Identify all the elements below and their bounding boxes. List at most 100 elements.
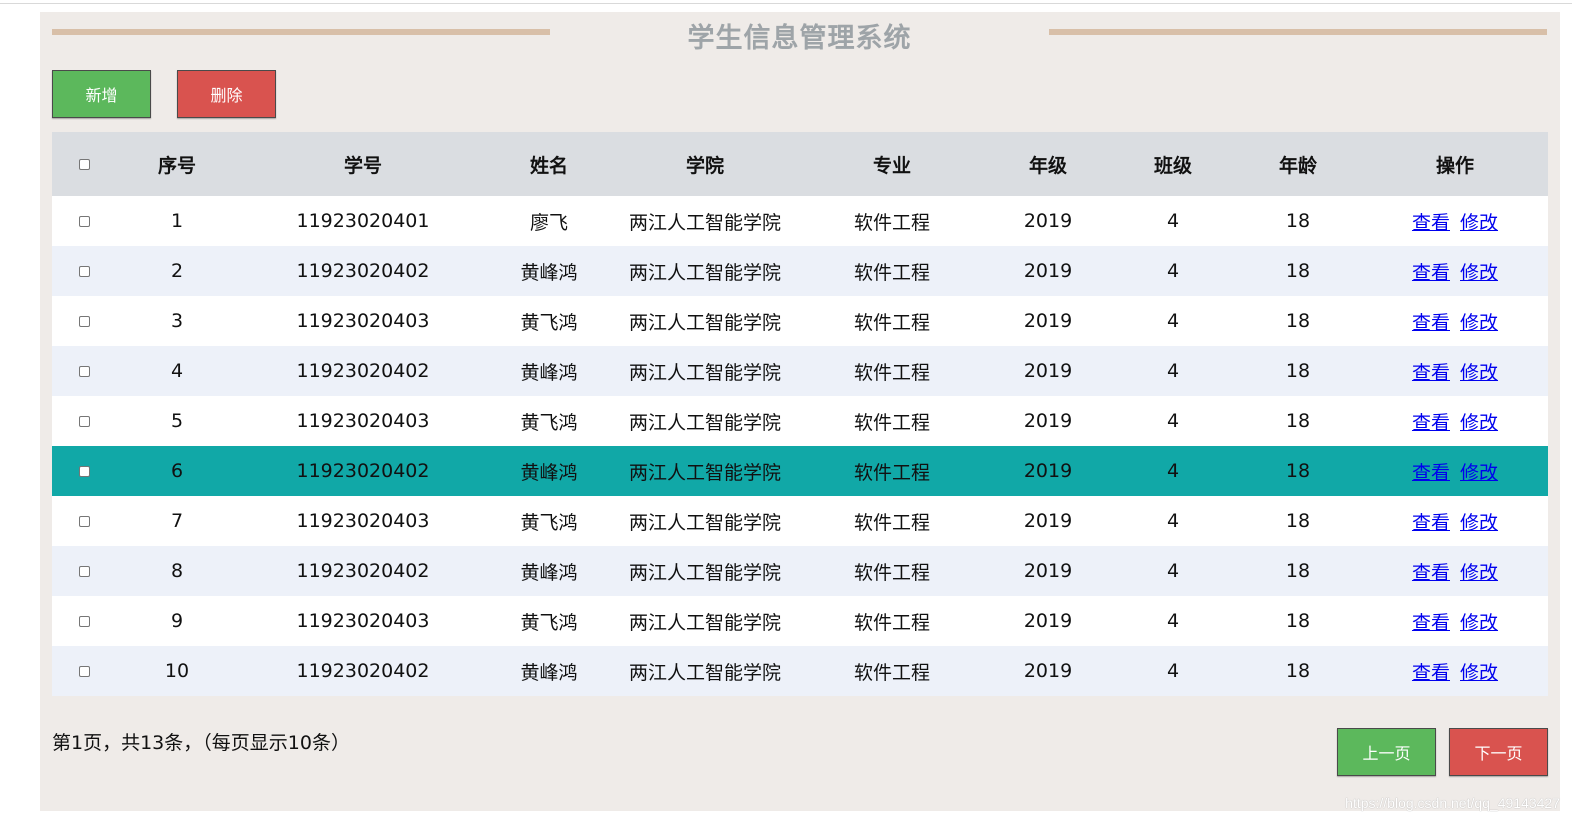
cell-college: 两江人工智能学院 — [628, 261, 781, 284]
table-row[interactable]: 4 11923020402 黄峰鸿 两江人工智能学院 软件工程 2019 4 18 查看 修改 — [52, 346, 1548, 396]
table-row[interactable]: 2 11923020402 黄峰鸿 两江人工智能学院 软件工程 2019 4 18 查看 修改 — [52, 246, 1548, 296]
table-row[interactable]: 9 11923020403 黄飞鸿 两江人工智能学院 软件工程 2019 4 18 查看 修改 — [52, 596, 1548, 646]
pagination-info: 第1页，共13条，（每页显示10条） — [52, 732, 350, 754]
cell-college: 两江人工智能学院 — [628, 361, 781, 384]
row-checkbox[interactable] — [78, 666, 90, 677]
row-select-cell[interactable] — [52, 346, 116, 396]
view-link[interactable]: 查看 — [1412, 512, 1450, 534]
row-checkbox[interactable] — [78, 316, 90, 327]
add-button[interactable]: 新增 — [52, 70, 151, 118]
table-row[interactable]: 1 11923020401 廖飞 两江人工智能学院 软件工程 2019 4 18 查看 修改 — [52, 196, 1548, 246]
edit-link[interactable]: 修改 — [1460, 462, 1498, 484]
row-checkbox[interactable] — [78, 466, 90, 477]
row-checkbox[interactable] — [78, 616, 90, 627]
edit-link[interactable]: 修改 — [1460, 562, 1498, 584]
view-link[interactable]: 查看 — [1412, 612, 1450, 634]
cell-id: 11923020401 — [296, 210, 430, 232]
delete-button[interactable]: 删除 — [177, 70, 276, 118]
row-select-cell[interactable] — [52, 446, 116, 496]
view-link[interactable]: 查看 — [1412, 212, 1450, 234]
edit-link[interactable]: 修改 — [1460, 512, 1498, 534]
view-link[interactable]: 查看 — [1412, 312, 1450, 334]
table-row[interactable]: 8 11923020402 黄峰鸿 两江人工智能学院 软件工程 2019 4 18 查看 修改 — [52, 546, 1548, 596]
cell-id: 11923020402 — [296, 360, 430, 382]
edit-link[interactable]: 修改 — [1460, 312, 1498, 334]
table-row[interactable]: 3 11923020403 黄飞鸿 两江人工智能学院 软件工程 2019 4 18 查看 修改 — [52, 296, 1548, 346]
cell-id: 11923020402 — [296, 460, 430, 482]
cell-actions: 查看 修改 — [1362, 446, 1548, 496]
table-row[interactable]: 10 11923020402 黄峰鸿 两江人工智能学院 软件工程 2019 4 18 查看 修改 — [52, 646, 1548, 696]
cell-seq: 10 — [164, 660, 190, 682]
cell-name: 黄飞鸿 — [520, 511, 578, 534]
view-link[interactable]: 查看 — [1412, 462, 1450, 484]
cell-seq: 5 — [170, 410, 184, 432]
select-all-cell[interactable] — [52, 132, 116, 196]
row-checkbox[interactable] — [78, 266, 90, 277]
cell-grade: 2019 — [1023, 210, 1073, 232]
view-link[interactable]: 查看 — [1412, 662, 1450, 684]
cell-major: 软件工程 — [853, 411, 930, 434]
edit-link[interactable]: 修改 — [1460, 412, 1498, 434]
edit-link[interactable]: 修改 — [1460, 362, 1498, 384]
cell-college: 两江人工智能学院 — [628, 561, 781, 584]
cell-class: 4 — [1166, 560, 1180, 582]
column-header: 学号 — [343, 154, 382, 177]
cell-grade: 2019 — [1023, 460, 1073, 482]
cell-class: 4 — [1166, 360, 1180, 382]
column-header: 姓名 — [529, 154, 568, 177]
row-checkbox[interactable] — [78, 516, 90, 527]
column-header: 年级 — [1028, 154, 1067, 177]
cell-age: 18 — [1285, 360, 1311, 382]
cell-name: 黄峰鸿 — [520, 361, 578, 384]
row-select-cell[interactable] — [52, 296, 116, 346]
cell-major: 软件工程 — [853, 461, 930, 484]
prev-page-button[interactable]: 上一页 — [1337, 728, 1436, 776]
cell-college: 两江人工智能学院 — [628, 311, 781, 334]
column-header: 序号 — [157, 154, 196, 177]
row-select-cell[interactable] — [52, 596, 116, 646]
edit-link[interactable]: 修改 — [1460, 262, 1498, 284]
row-select-cell[interactable] — [52, 496, 116, 546]
cell-grade: 2019 — [1023, 260, 1073, 282]
edit-link[interactable]: 修改 — [1460, 612, 1498, 634]
row-checkbox[interactable] — [78, 416, 90, 427]
edit-link[interactable]: 修改 — [1460, 212, 1498, 234]
cell-id: 11923020403 — [296, 310, 430, 332]
cell-actions: 查看 修改 — [1362, 546, 1548, 596]
row-select-cell[interactable] — [52, 196, 116, 246]
cell-college: 两江人工智能学院 — [628, 461, 781, 484]
row-select-cell[interactable] — [52, 246, 116, 296]
view-link[interactable]: 查看 — [1412, 262, 1450, 284]
cell-major: 软件工程 — [853, 211, 930, 234]
table-row[interactable]: 7 11923020403 黄飞鸿 两江人工智能学院 软件工程 2019 4 18 查看 修改 — [52, 496, 1548, 546]
cell-age: 18 — [1285, 510, 1311, 532]
cell-actions: 查看 修改 — [1362, 596, 1548, 646]
row-checkbox[interactable] — [78, 566, 90, 577]
cell-actions: 查看 修改 — [1362, 296, 1548, 346]
cell-age: 18 — [1285, 610, 1311, 632]
table-row[interactable]: 5 11923020403 黄飞鸿 两江人工智能学院 软件工程 2019 4 18 查看 修改 — [52, 396, 1548, 446]
row-select-cell[interactable] — [52, 546, 116, 596]
cell-class: 4 — [1166, 210, 1180, 232]
view-link[interactable]: 查看 — [1412, 562, 1450, 584]
table-header-row: 序号 学号 姓名 学院 专业 年级 班级 年龄 操作 — [52, 132, 1548, 196]
cell-grade: 2019 — [1023, 410, 1073, 432]
cell-name: 黄峰鸿 — [520, 261, 578, 284]
cell-id: 11923020403 — [296, 410, 430, 432]
row-checkbox[interactable] — [78, 216, 90, 227]
cell-grade: 2019 — [1023, 310, 1073, 332]
select-all-checkbox[interactable] — [78, 159, 90, 170]
cell-class: 4 — [1166, 310, 1180, 332]
next-page-button[interactable]: 下一页 — [1449, 728, 1548, 776]
row-select-cell[interactable] — [52, 646, 116, 696]
view-link[interactable]: 查看 — [1412, 362, 1450, 384]
table-row[interactable]: 6 11923020402 黄峰鸿 两江人工智能学院 软件工程 2019 4 18 查看 修改 — [52, 446, 1548, 496]
row-select-cell[interactable] — [52, 396, 116, 446]
edit-link[interactable]: 修改 — [1460, 662, 1498, 684]
view-link[interactable]: 查看 — [1412, 412, 1450, 434]
column-header: 操作 — [1435, 154, 1474, 177]
cell-grade: 2019 — [1023, 510, 1073, 532]
cell-class: 4 — [1166, 260, 1180, 282]
row-checkbox[interactable] — [78, 366, 90, 377]
cell-major: 软件工程 — [853, 511, 930, 534]
